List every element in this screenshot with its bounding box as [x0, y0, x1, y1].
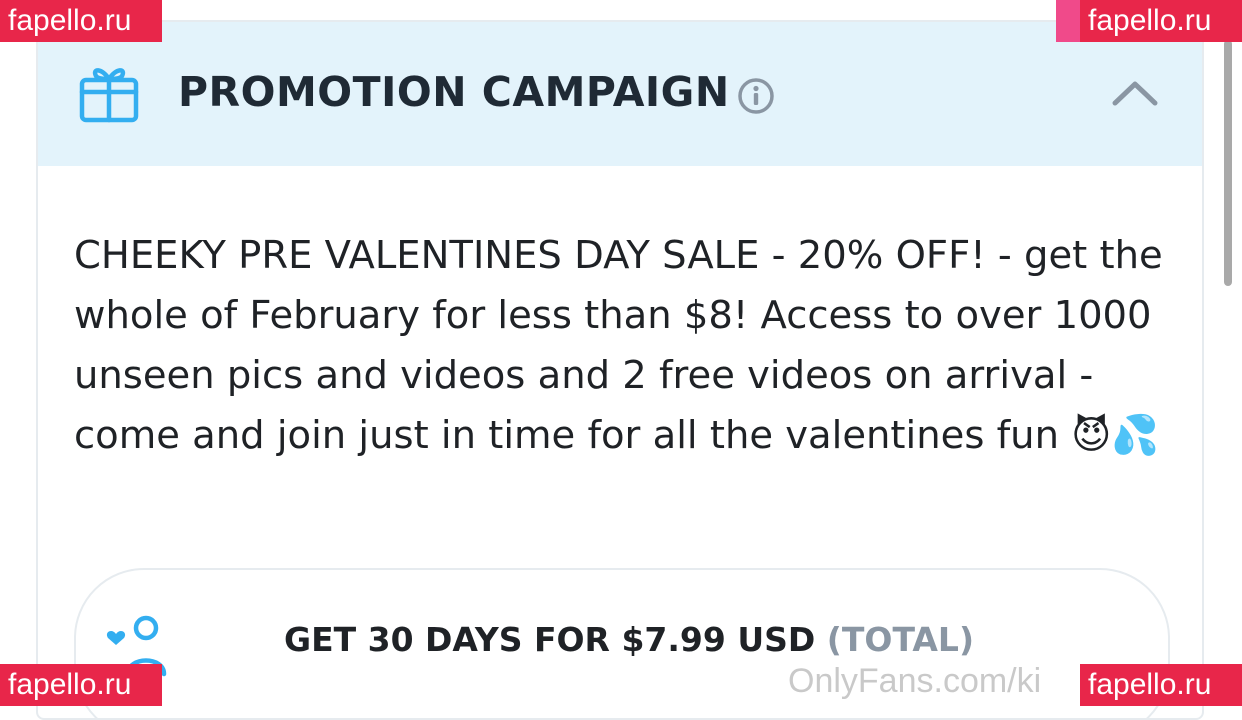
gift-icon: [79, 68, 139, 123]
offer-label: GET 30 DAYS FOR $7.99 USD (TOTAL): [284, 620, 974, 659]
watermark-badge-top-right: fapello.ru: [1080, 0, 1242, 42]
promotion-campaign-header[interactable]: PROMOTION CAMPAIGN: [38, 22, 1202, 166]
promotion-campaign-card: PROMOTION CAMPAIGN CHEEKY PRE VALENTINES…: [36, 20, 1204, 720]
watermark-badge-bottom-left: fapello.ru: [0, 664, 162, 706]
site-watermark: OnlyFans.com/ki: [788, 662, 1042, 700]
watermark-badge-top-left: fapello.ru: [0, 0, 162, 42]
watermark-badge-bottom-right: fapello.ru: [1080, 664, 1242, 706]
info-icon[interactable]: [736, 76, 776, 116]
campaign-description: CHEEKY PRE VALENTINES DAY SALE - 20% OFF…: [74, 233, 1163, 458]
page-title: PROMOTION CAMPAIGN: [178, 68, 730, 116]
offer-price-text: GET 30 DAYS FOR $7.99 USD: [284, 620, 816, 659]
offer-total-text: (TOTAL): [826, 620, 975, 659]
scrollbar[interactable]: [1224, 40, 1232, 286]
chevron-up-icon[interactable]: [1110, 74, 1160, 110]
